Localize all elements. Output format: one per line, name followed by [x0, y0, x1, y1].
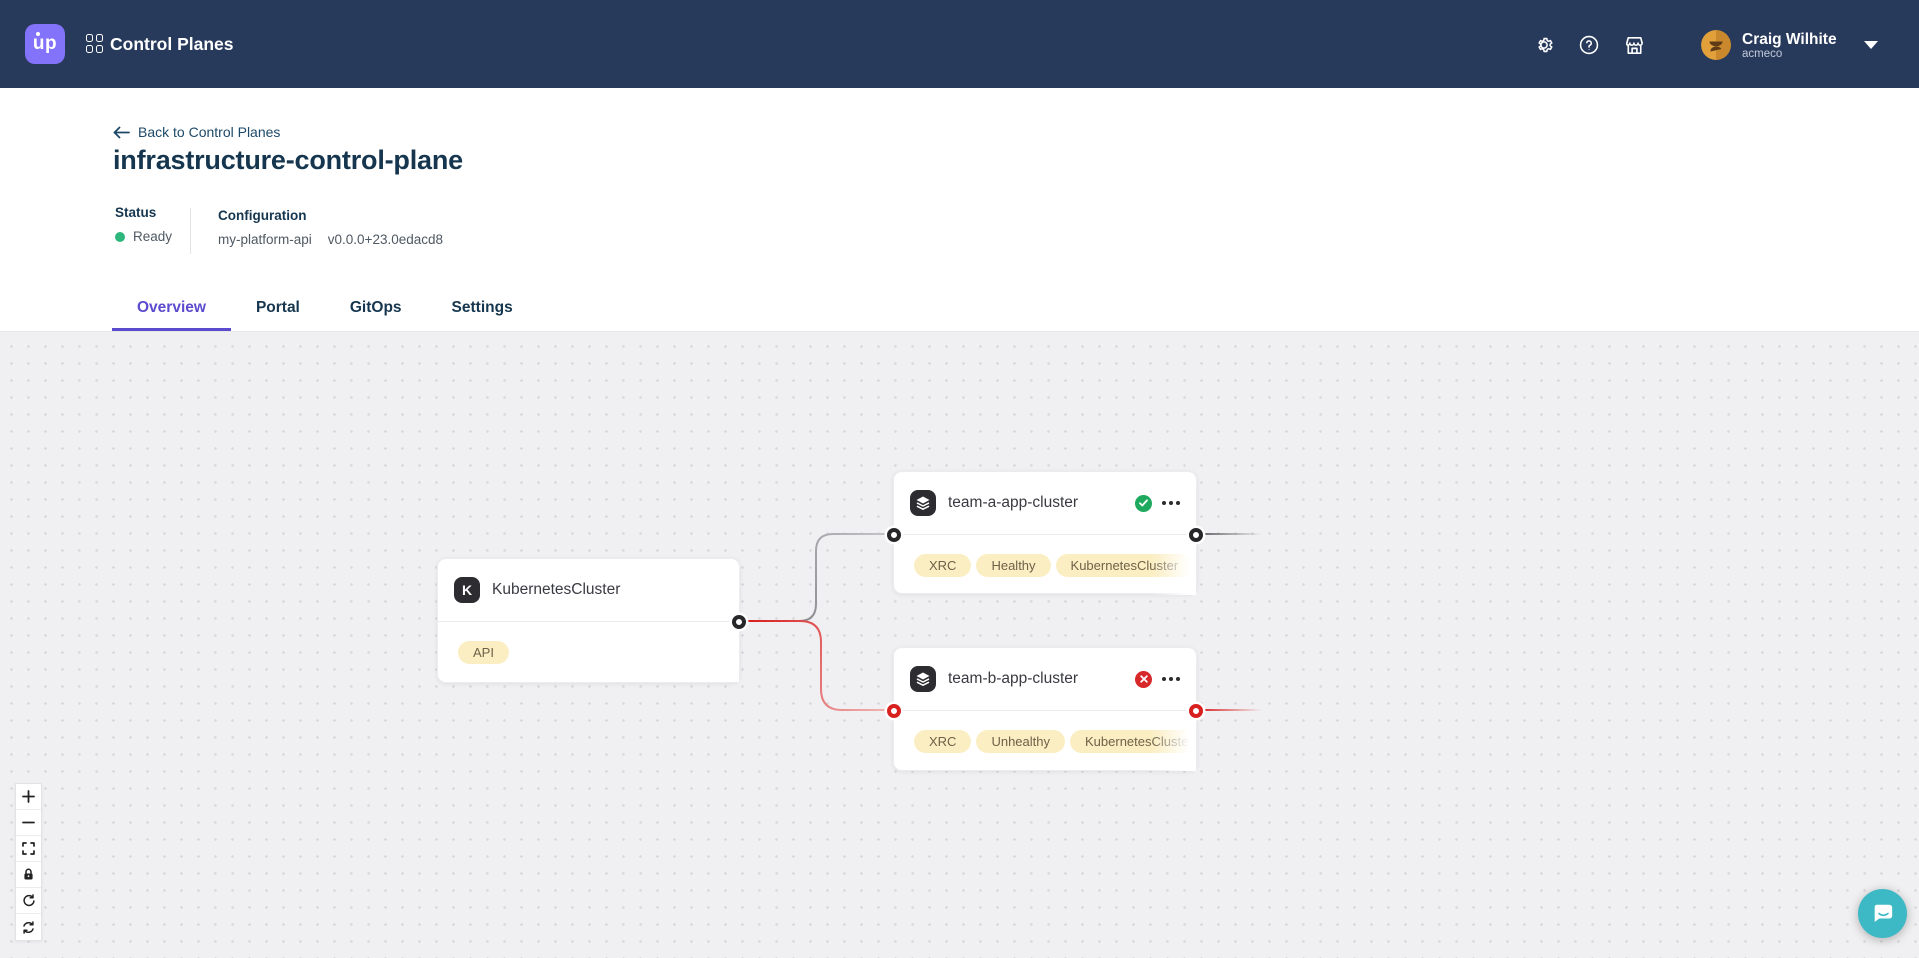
- fit-view-icon: [22, 842, 35, 855]
- status-label: Status: [115, 205, 172, 220]
- node-header: team-a-app-cluster: [894, 472, 1196, 535]
- badge-healthy: Healthy: [976, 554, 1050, 577]
- port-source-right[interactable]: [1189, 528, 1203, 542]
- layers-icon: [910, 666, 936, 692]
- tab-bar: Overview Portal GitOps Settings: [112, 287, 538, 331]
- node-badges: XRC Healthy KubernetesCluster: [894, 535, 1196, 595]
- help-button[interactable]: [1577, 33, 1601, 57]
- badge-unhealthy: Unhealthy: [976, 730, 1065, 753]
- configuration-block: Configuration my-platform-api v0.0.0+23.…: [218, 208, 443, 247]
- badge-fade: [695, 622, 739, 682]
- port-target-left[interactable]: [887, 704, 901, 718]
- badge-kubernetescluster: KubernetesCluster: [1070, 730, 1196, 753]
- gear-icon: [1533, 34, 1555, 56]
- logo-text: up: [33, 33, 57, 55]
- user-avatar[interactable]: [1701, 30, 1731, 60]
- settings-gear-button[interactable]: [1532, 33, 1556, 57]
- port-source-right[interactable]: [1189, 704, 1203, 718]
- badge-kubernetescluster: KubernetesCluster: [1056, 554, 1194, 577]
- node-team-b-app-cluster[interactable]: team-b-app-cluster XRC Unhealthy Kuberne…: [893, 647, 1197, 771]
- refresh-icon: [22, 921, 35, 934]
- meta-divider: [190, 208, 191, 254]
- tab-gitops[interactable]: GitOps: [325, 287, 427, 331]
- back-link-label: Back to Control Planes: [138, 124, 280, 140]
- rotate-button[interactable]: [16, 888, 41, 914]
- configuration-name: my-platform-api: [218, 232, 312, 247]
- node-kubernetescluster[interactable]: K KubernetesCluster API: [437, 558, 740, 683]
- page-title: infrastructure-control-plane: [113, 145, 463, 176]
- node-header: team-b-app-cluster: [894, 648, 1196, 711]
- upbound-logo[interactable]: up: [25, 24, 65, 64]
- rotate-icon: [22, 894, 35, 907]
- status-block: Status Ready: [115, 205, 172, 244]
- badge-api: API: [458, 641, 509, 664]
- edge-k-to-team-a: [741, 534, 893, 621]
- plus-icon: [22, 790, 35, 803]
- healthy-check-icon: [1135, 495, 1152, 512]
- lock-button[interactable]: [16, 862, 41, 888]
- top-navbar: up Control Planes: [0, 0, 1919, 88]
- tab-settings[interactable]: Settings: [427, 287, 538, 331]
- edge-k-to-team-b: [741, 621, 893, 710]
- configuration-label: Configuration: [218, 208, 443, 223]
- app-title: Control Planes: [110, 0, 234, 88]
- layers-icon: [910, 490, 936, 516]
- badge-xrc: XRC: [914, 730, 971, 753]
- resource-graph-canvas[interactable]: K KubernetesCluster API team-a-app-cl: [0, 331, 1919, 958]
- edges-layer: [0, 332, 1919, 958]
- status-value: Ready: [133, 229, 172, 244]
- user-org: acmeco: [1742, 48, 1782, 60]
- node-label: team-b-app-cluster: [948, 670, 1078, 688]
- user-name[interactable]: Craig Wilhite: [1742, 31, 1837, 49]
- node-menu-ellipsis[interactable]: [1162, 497, 1180, 509]
- configuration-version: v0.0.0+23.0edacd8: [328, 232, 443, 247]
- chat-bubble-icon: [1871, 902, 1895, 926]
- tab-overview[interactable]: Overview: [112, 287, 231, 331]
- chat-launcher-button[interactable]: [1858, 889, 1907, 938]
- lock-icon: [22, 868, 35, 881]
- node-menu-ellipsis[interactable]: [1162, 673, 1180, 685]
- k-letter-icon: K: [454, 577, 480, 603]
- badge-xrc: XRC: [914, 554, 971, 577]
- minus-icon: [22, 816, 35, 829]
- user-menu-chevron-down-icon[interactable]: [1864, 41, 1878, 49]
- port-source-right[interactable]: [732, 615, 746, 629]
- node-team-a-app-cluster[interactable]: team-a-app-cluster XRC Healthy Kubernete…: [893, 471, 1197, 594]
- node-label: team-a-app-cluster: [948, 494, 1078, 512]
- node-badges: API: [438, 622, 739, 682]
- app-root: up Control Planes: [0, 0, 1919, 958]
- help-circle-icon: [1578, 34, 1600, 56]
- tab-portal[interactable]: Portal: [231, 287, 325, 331]
- zoom-in-button[interactable]: [16, 784, 41, 810]
- zoom-out-button[interactable]: [16, 810, 41, 836]
- port-target-left[interactable]: [887, 528, 901, 542]
- status-ready-dot: [115, 232, 125, 242]
- storefront-icon: [1623, 34, 1646, 57]
- fit-view-button[interactable]: [16, 836, 41, 862]
- node-label: KubernetesCluster: [492, 581, 620, 599]
- arrow-left-icon: [113, 126, 130, 139]
- canvas-controls: [15, 783, 42, 941]
- apps-grid-icon[interactable]: [86, 34, 103, 54]
- refresh-button[interactable]: [16, 914, 41, 940]
- node-header: K KubernetesCluster: [438, 559, 739, 622]
- unhealthy-x-icon: [1135, 671, 1152, 688]
- node-badges: XRC Unhealthy KubernetesCluster: [894, 711, 1196, 771]
- back-to-control-planes-link[interactable]: Back to Control Planes: [113, 124, 280, 140]
- marketplace-button[interactable]: [1622, 33, 1646, 57]
